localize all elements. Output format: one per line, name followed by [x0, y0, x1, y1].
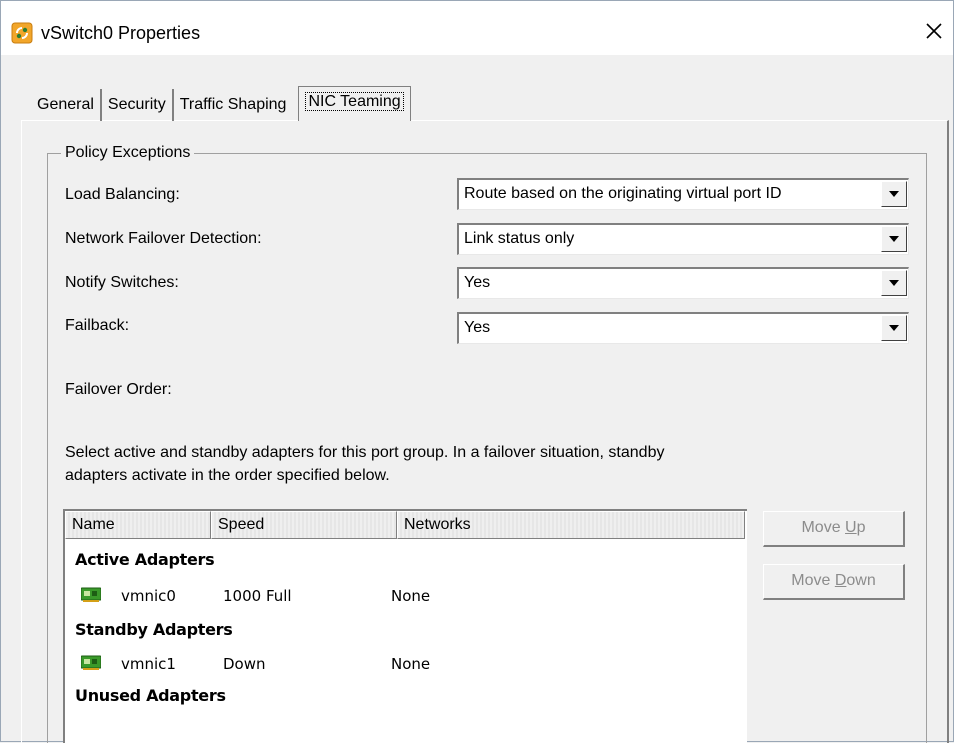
window-title: vSwitch0 Properties: [41, 23, 201, 43]
load-balancing-label: Load Balancing:: [65, 186, 180, 203]
notify-switches-label: Notify Switches:: [65, 274, 179, 291]
move-down-button[interactable]: Move Down: [763, 564, 905, 600]
load-balancing-value: Route based on the originating virtual p…: [464, 185, 782, 202]
adapter-list-header: Name Speed Networks: [65, 511, 745, 539]
dropdown-arrow-icon: [889, 191, 899, 197]
column-networks[interactable]: Networks: [397, 511, 745, 539]
failover-order-description: Select active and standby adapters for t…: [65, 441, 885, 487]
properties-window: vSwitch0 Properties General Security Tra…: [0, 0, 954, 743]
failback-value: Yes: [464, 319, 491, 336]
tab-security[interactable]: Security: [102, 89, 174, 121]
column-speed[interactable]: Speed: [211, 511, 397, 539]
tab-general[interactable]: General: [33, 89, 102, 121]
title-bar: vSwitch0 Properties: [1, 1, 953, 55]
vswitch-app-icon: [11, 22, 33, 44]
description-line-1: Select active and standby adapters for t…: [65, 444, 665, 461]
notify-switches-dropdown-button[interactable]: [881, 270, 907, 296]
load-balancing-select[interactable]: Route based on the originating virtual p…: [457, 178, 909, 210]
adapter-row-vmnic0[interactable]: vmnic0 1000 Full None: [65, 583, 745, 609]
tab-nic-teaming-label: NIC Teaming: [305, 92, 404, 111]
notify-switches-value: Yes: [464, 274, 491, 291]
tab-nic-teaming[interactable]: NIC Teaming: [298, 86, 411, 121]
failback-select[interactable]: Yes: [457, 312, 909, 344]
load-balancing-dropdown-button[interactable]: [881, 181, 907, 207]
close-button[interactable]: [919, 16, 949, 46]
move-up-button[interactable]: Move Up: [763, 511, 905, 547]
adapter-speed: 1000 Full: [223, 587, 292, 605]
adapter-name: vmnic0: [121, 587, 176, 605]
failback-label: Failback:: [65, 317, 130, 334]
group-standby-adapters: Standby Adapters: [75, 620, 233, 639]
adapter-speed: Down: [223, 655, 266, 673]
network-adapter-icon: [81, 655, 101, 670]
dropdown-arrow-icon: [889, 280, 899, 286]
move-up-label-start: Move: [801, 519, 846, 536]
adapter-networks: None: [391, 655, 431, 673]
failback-dropdown-button[interactable]: [881, 315, 907, 341]
group-active-adapters: Active Adapters: [75, 550, 215, 569]
tab-strip: General Security Traffic Shaping NIC Tea…: [33, 86, 411, 121]
failover-detection-label: Network Failover Detection:: [65, 230, 262, 247]
dropdown-arrow-icon: [889, 236, 899, 242]
failover-detection-select[interactable]: Link status only: [457, 223, 909, 255]
policy-exceptions-legend: Policy Exceptions: [61, 143, 195, 163]
adapter-row-vmnic1[interactable]: vmnic1 Down None: [65, 651, 745, 677]
move-down-accelerator: D: [834, 572, 847, 589]
failover-detection-dropdown-button[interactable]: [881, 226, 907, 252]
tab-traffic-shaping[interactable]: Traffic Shaping: [174, 89, 293, 121]
adapter-networks: None: [391, 587, 431, 605]
move-down-label-start: Move: [791, 572, 835, 589]
description-line-2: adapters activate in the order specified…: [65, 467, 390, 484]
dropdown-arrow-icon: [889, 325, 899, 331]
failover-order-label: Failover Order:: [65, 381, 172, 398]
move-up-accelerator: U: [845, 519, 857, 536]
group-unused-adapters: Unused Adapters: [75, 686, 226, 705]
close-icon[interactable]: [925, 22, 943, 40]
notify-switches-select[interactable]: Yes: [457, 267, 909, 299]
adapter-name: vmnic1: [121, 655, 176, 673]
column-name[interactable]: Name: [65, 511, 211, 539]
adapter-list[interactable]: Name Speed Networks Active Adapters vmni…: [63, 509, 747, 743]
move-down-label-end: own: [846, 572, 876, 589]
move-up-label-end: p: [856, 519, 866, 536]
failover-detection-value: Link status only: [464, 230, 575, 247]
network-adapter-icon: [81, 587, 101, 602]
